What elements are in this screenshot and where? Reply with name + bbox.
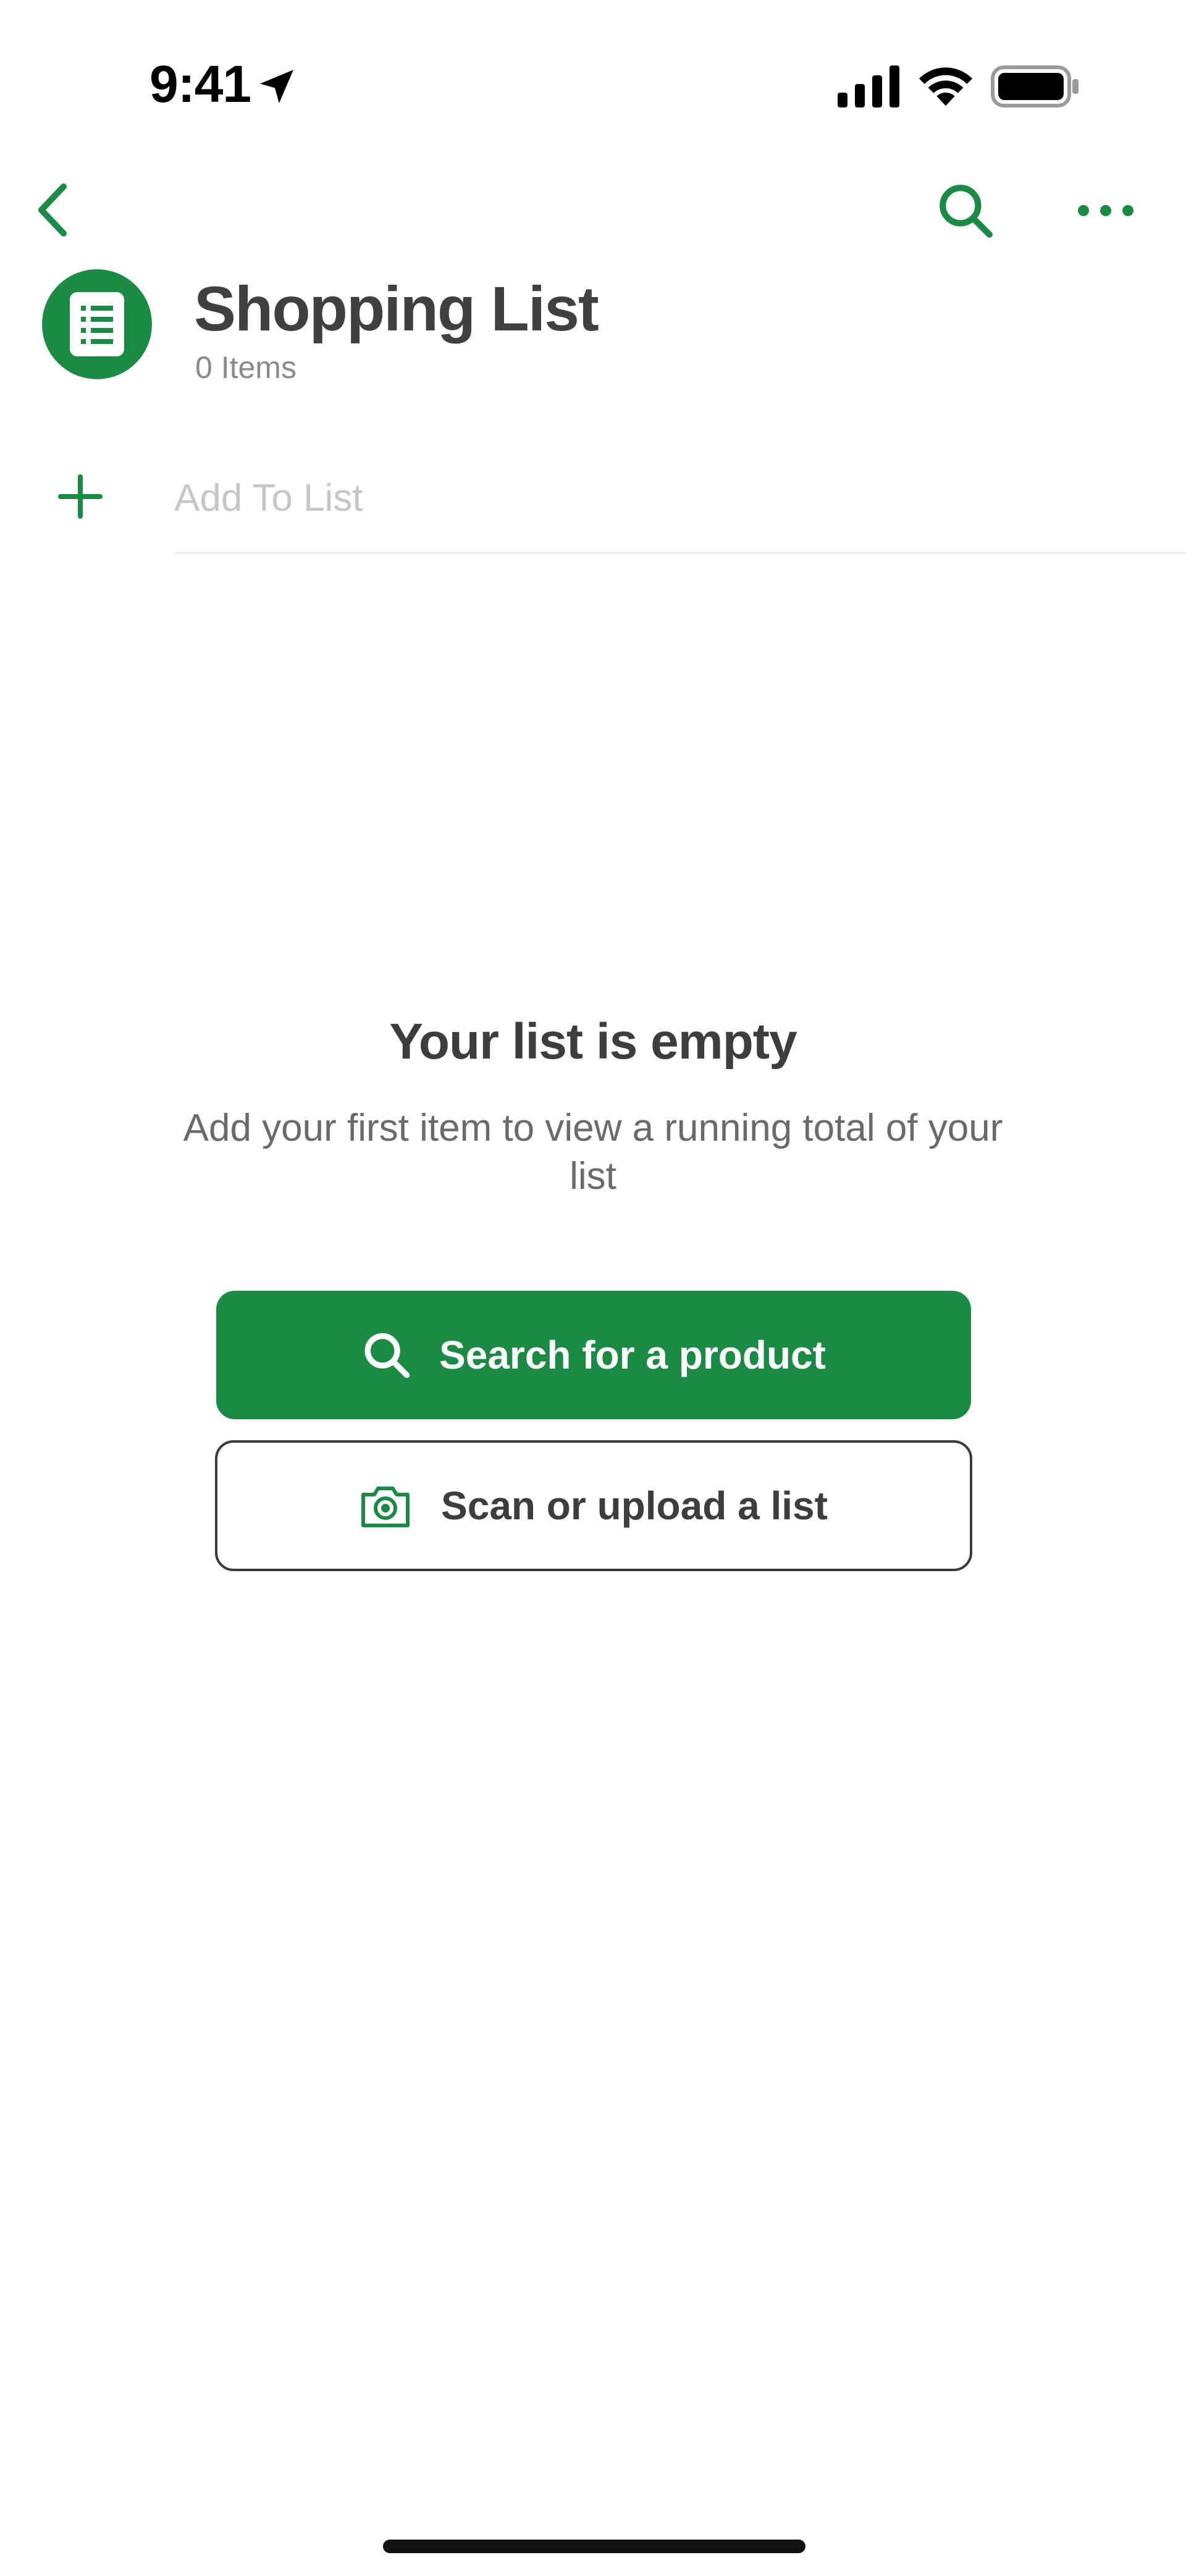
search-product-label: Search for a product [439,1333,826,1377]
empty-state-title: Your list is empty [389,1013,797,1070]
page-title: Shopping List [194,274,599,344]
camera-icon [361,1487,410,1527]
divider [174,552,1186,554]
home-indicator[interactable] [383,2540,805,2553]
item-count: 0 Items [195,350,296,385]
status-time: 9:41 [149,55,251,113]
list-avatar [42,269,152,379]
empty-state-description: Add your first item to view a running to… [183,1107,1003,1198]
cellular-signal-icon [838,65,899,107]
location-arrow-icon [260,70,293,103]
add-to-list-input[interactable] [174,467,1101,529]
wifi-icon [919,67,973,106]
scan-upload-label: Scan or upload a list [441,1483,828,1528]
status-bar: 9:41 [0,0,1186,173]
search-icon [940,185,993,238]
back-button[interactable] [25,179,80,241]
search-product-button[interactable]: Search for a product [216,1291,971,1419]
ellipsis-icon [1078,205,1133,216]
battery-icon [991,65,1079,107]
scan-upload-list-button[interactable]: Scan or upload a list [215,1440,972,1571]
more-options-button[interactable] [1069,183,1143,238]
plus-icon[interactable] [57,473,104,520]
search-button[interactable] [932,177,999,245]
list-document-icon [70,292,124,356]
add-to-list-row[interactable] [0,445,1186,554]
search-icon [364,1333,410,1378]
chevron-left-icon [38,183,67,237]
